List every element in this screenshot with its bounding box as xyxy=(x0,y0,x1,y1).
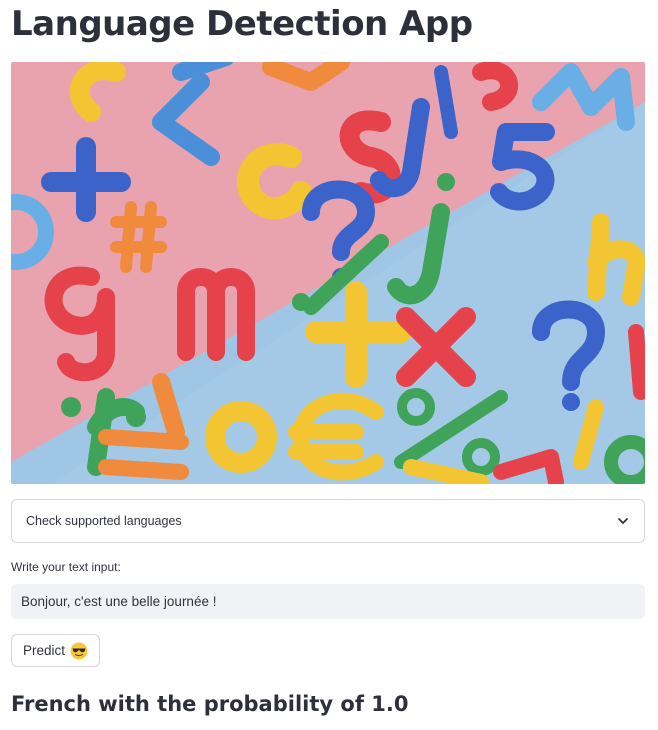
smiling-face-with-sunglasses-icon xyxy=(70,642,88,660)
text-input-label: Write your text input: xyxy=(11,560,121,574)
text-input[interactable] xyxy=(11,584,645,619)
predict-button-label: Predict xyxy=(23,643,66,658)
chevron-down-icon xyxy=(616,514,630,528)
hero-image xyxy=(11,62,645,484)
supported-languages-expander[interactable]: Check supported languages xyxy=(11,499,645,543)
predict-button[interactable]: Predict xyxy=(11,634,101,667)
prediction-result: French with the probability of 1.0 xyxy=(11,692,409,716)
expander-label: Check supported languages xyxy=(26,514,182,528)
page-title: Language Detection App xyxy=(11,4,473,44)
